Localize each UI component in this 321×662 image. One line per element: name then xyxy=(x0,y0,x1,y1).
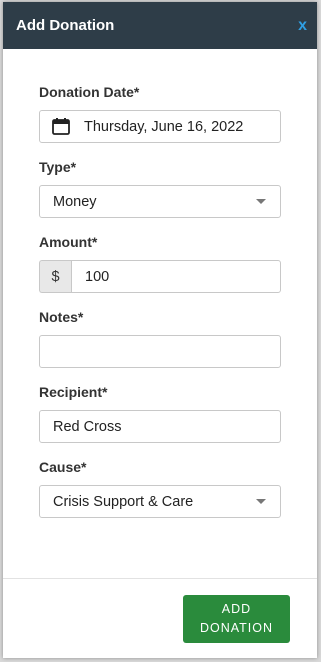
modal-header: Add Donation x xyxy=(3,2,317,49)
recipient-label: Recipient* xyxy=(39,384,108,400)
cause-select[interactable]: Crisis Support & Care xyxy=(39,485,281,518)
add-donation-button-line1: ADD xyxy=(221,602,252,616)
chevron-down-icon xyxy=(256,199,266,204)
recipient-field: Recipient* Red Cross xyxy=(39,384,281,443)
currency-prefix: $ xyxy=(39,260,71,293)
type-value: Money xyxy=(53,193,97,210)
close-icon[interactable]: x xyxy=(298,17,307,35)
modal-title: Add Donation xyxy=(16,17,115,34)
add-donation-modal: Add Donation x Donation Date* Thursday, … xyxy=(3,2,317,658)
amount-label: Amount* xyxy=(39,234,98,250)
cause-label: Cause* xyxy=(39,459,87,475)
type-field: Type* Money xyxy=(39,159,281,218)
modal-footer: ADD DONATION xyxy=(3,578,317,658)
donation-date-label: Donation Date* xyxy=(39,84,140,100)
notes-label: Notes* xyxy=(39,309,84,325)
type-label: Type* xyxy=(39,159,77,175)
add-donation-button[interactable]: ADD DONATION xyxy=(183,595,290,643)
donation-date-field: Donation Date* Thursday, June 16, 2022 xyxy=(39,84,281,143)
notes-field: Notes* xyxy=(39,309,281,368)
calendar-icon xyxy=(52,118,70,135)
notes-input[interactable] xyxy=(39,335,281,368)
donation-date-input[interactable]: Thursday, June 16, 2022 xyxy=(39,110,281,143)
modal-body: Donation Date* Thursday, June 16, 2022 T… xyxy=(3,49,317,518)
cause-field: Cause* Crisis Support & Care xyxy=(39,459,281,518)
add-donation-button-line2: DONATION xyxy=(199,621,274,635)
amount-input-group: $ 100 xyxy=(39,260,281,293)
type-select[interactable]: Money xyxy=(39,185,281,218)
donation-date-value: Thursday, June 16, 2022 xyxy=(84,118,244,135)
chevron-down-icon xyxy=(256,499,266,504)
amount-field: Amount* $ 100 xyxy=(39,234,281,293)
cause-value: Crisis Support & Care xyxy=(53,493,194,510)
recipient-input[interactable]: Red Cross xyxy=(39,410,281,443)
amount-value: 100 xyxy=(85,268,110,285)
amount-input[interactable]: 100 xyxy=(71,260,281,293)
recipient-value: Red Cross xyxy=(53,418,122,435)
